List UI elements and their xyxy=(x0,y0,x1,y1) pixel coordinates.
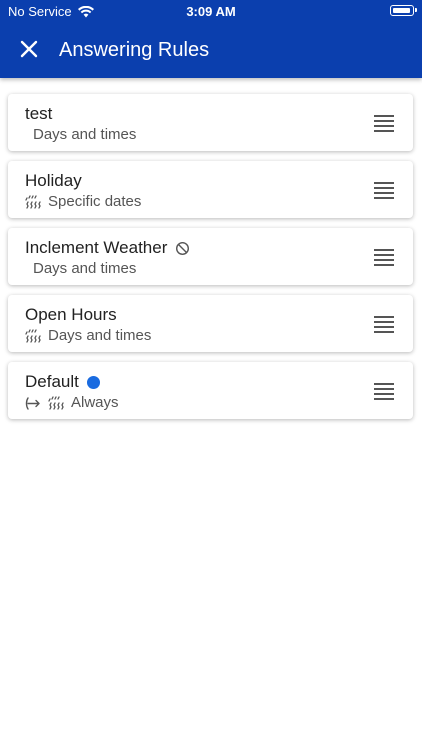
close-icon xyxy=(20,40,38,58)
disabled-icon xyxy=(176,241,190,255)
rule-subtitle-row: Days and times xyxy=(25,260,136,278)
rule-title-row: Open Hours xyxy=(25,305,117,325)
close-button[interactable] xyxy=(18,38,40,60)
rule-subtitle: Days and times xyxy=(48,327,152,344)
rule-card-open-hours[interactable]: Open Hours Days and times xyxy=(8,295,413,352)
status-time: 3:09 AM xyxy=(186,4,236,19)
calendar-icon xyxy=(25,328,41,343)
rule-subtitle-row: Days and times xyxy=(25,327,151,345)
drag-handle[interactable] xyxy=(374,115,394,132)
forward-call-icon xyxy=(25,396,40,410)
rule-subtitle-row: Days and times xyxy=(25,126,136,144)
page-title: Answering Rules xyxy=(59,39,210,61)
rule-title-row: Default xyxy=(25,372,100,392)
calendar-icon xyxy=(25,194,41,209)
rule-subtitle: Days and times xyxy=(33,126,137,143)
calendar-icon xyxy=(48,395,64,410)
rule-title: Open Hours xyxy=(25,305,117,324)
drag-handle[interactable] xyxy=(374,383,394,400)
rule-subtitle-row: Specific dates xyxy=(25,193,141,211)
drag-handle[interactable] xyxy=(374,182,394,199)
rule-subtitle-row: Always xyxy=(25,394,119,412)
rule-title: Default xyxy=(25,372,79,391)
drag-handle[interactable] xyxy=(374,249,394,266)
status-bar: No Service 3:09 AM xyxy=(0,0,422,22)
rule-subtitle: Days and times xyxy=(33,260,137,277)
rule-subtitle: Always xyxy=(71,394,119,411)
rule-title-row: test xyxy=(25,104,52,124)
rule-card-test[interactable]: test Days and times xyxy=(8,94,413,151)
rule-title: Inclement Weather xyxy=(25,238,168,257)
rule-card-inclement-weather[interactable]: Inclement Weather Days and times xyxy=(8,228,413,285)
rules-list: test Days and times Holiday Specific dat… xyxy=(8,94,413,429)
rule-card-default[interactable]: Default Always xyxy=(8,362,413,419)
rule-title-row: Holiday xyxy=(25,171,82,191)
app-header: No Service 3:09 AM Answering Rules xyxy=(0,0,422,78)
rule-subtitle: Specific dates xyxy=(48,193,142,210)
rule-card-holiday[interactable]: Holiday Specific dates xyxy=(8,161,413,218)
rule-title: test xyxy=(25,104,53,123)
drag-handle[interactable] xyxy=(374,316,394,333)
battery-icon xyxy=(390,5,417,16)
default-badge xyxy=(86,375,100,389)
rule-title: Holiday xyxy=(25,171,82,190)
rule-title-row: Inclement Weather xyxy=(25,238,190,258)
